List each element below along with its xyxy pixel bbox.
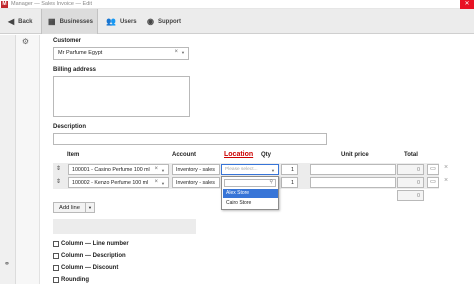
description-label: Description <box>53 124 87 130</box>
clear-icon[interactable]: × <box>154 179 158 185</box>
grand-total: 0 <box>397 190 424 201</box>
title-bar: M Manager — Sales Invoice — Edit ✕ <box>0 0 474 9</box>
account-select[interactable]: Inventory - sales <box>172 164 220 175</box>
header-qty: Qty <box>261 152 272 158</box>
item-select[interactable]: 100002 - Kenzo Perfume 100 ml × ▼ <box>68 177 169 188</box>
item-select[interactable]: 100001 - Casino Perfume 100 ml × ▼ <box>68 164 169 175</box>
side-panel <box>16 35 40 284</box>
support-icon: ◉ <box>147 17 154 26</box>
checkbox-discount-label: Column — Discount <box>61 265 119 271</box>
add-line-dropdown-button[interactable]: ▼ <box>85 202 95 213</box>
header-total: Total <box>404 152 418 158</box>
window-close-button[interactable]: ✕ <box>460 0 474 9</box>
line-total-value: 0 <box>416 167 420 173</box>
tab-back-label: Back <box>18 18 33 25</box>
item-value: 100002 - Kenzo Perfume 100 ml <box>72 180 149 186</box>
grand-total-value: 0 <box>416 193 420 199</box>
businesses-icon: ▦ <box>48 17 56 26</box>
checkbox-discount[interactable] <box>53 265 59 271</box>
qty-input[interactable]: 1 <box>281 177 298 188</box>
notes-area <box>53 219 196 234</box>
tab-support-label: Support <box>157 18 181 25</box>
window-title: Manager — Sales Invoice — Edit <box>11 1 93 7</box>
checkbox-description[interactable] <box>53 253 59 259</box>
tab-back[interactable]: ◀ Back <box>3 9 39 34</box>
location-select[interactable]: Please select... ▼ <box>221 164 279 175</box>
header-location: Location <box>224 151 254 158</box>
unit-price-input[interactable] <box>310 177 396 188</box>
link-icon[interactable]: ⚭ <box>4 260 10 268</box>
tab-businesses[interactable]: ▦ Businesses <box>41 9 98 34</box>
location-option-cairo[interactable]: Cairo Store <box>223 199 278 208</box>
item-value: 100001 - Casino Perfume 100 ml <box>72 167 150 173</box>
unit-price-input[interactable] <box>310 164 396 175</box>
chevron-down-icon[interactable]: ▼ <box>181 50 185 55</box>
line-total-value: 0 <box>416 180 420 186</box>
qty-value: 1 <box>290 180 294 186</box>
qty-value: 1 <box>290 167 294 173</box>
tab-support[interactable]: ◉ Support <box>144 9 190 34</box>
tab-businesses-label: Businesses <box>59 18 93 25</box>
chevron-down-icon[interactable]: ▼ <box>161 181 165 186</box>
line-options-button[interactable]: ▭ <box>427 164 439 175</box>
checkbox-line-number[interactable] <box>53 241 59 247</box>
customer-label: Customer <box>53 38 82 44</box>
checkbox-line-number-label: Column — Line number <box>61 241 129 247</box>
drag-handle-icon[interactable]: ⇕ <box>56 178 61 185</box>
checkbox-description-label: Column — Description <box>61 253 126 259</box>
chevron-down-icon[interactable]: ▼ <box>271 168 275 173</box>
chevron-down-icon: ▼ <box>88 205 92 210</box>
description-input[interactable] <box>53 133 327 145</box>
app-logo-icon: M <box>1 1 8 8</box>
location-placeholder: Please select... <box>225 167 258 172</box>
line-options-button[interactable]: ▭ <box>427 177 439 188</box>
tab-users[interactable]: 👥 Users <box>103 9 141 34</box>
account-value: Inventory - sales <box>176 180 215 186</box>
checkbox-rounding[interactable] <box>53 277 59 283</box>
left-rail <box>0 35 16 284</box>
line-total: 0 <box>397 164 424 175</box>
search-icon: ⚲ <box>269 179 273 185</box>
add-line-button[interactable]: Add line <box>53 202 86 213</box>
drag-handle-icon[interactable]: ⇕ <box>56 165 61 172</box>
billing-address-label: Billing address <box>53 67 97 73</box>
billing-address-textarea[interactable] <box>53 76 190 117</box>
location-search-input[interactable]: ⚲ <box>224 179 276 187</box>
tab-users-label: Users <box>119 18 137 25</box>
delete-line-icon[interactable]: × <box>444 164 448 171</box>
customer-value: Mr Parfume Egypt <box>58 50 103 56</box>
line-total: 0 <box>397 177 424 188</box>
header-unit-price: Unit price <box>341 152 369 158</box>
users-icon: 👥 <box>106 17 116 26</box>
location-dropdown: ⚲ Alex Store Cairo Store <box>221 176 279 210</box>
header-account: Account <box>172 152 196 158</box>
account-value: Inventory - sales <box>176 167 215 173</box>
customer-select[interactable]: Mr Parfume Egypt × ▼ <box>53 47 189 60</box>
checkbox-rounding-label: Rounding <box>61 277 89 283</box>
back-arrow-icon: ◀ <box>8 17 15 26</box>
clear-icon[interactable]: × <box>154 166 158 172</box>
chevron-down-icon[interactable]: ▼ <box>161 168 165 173</box>
location-option-alex[interactable]: Alex Store <box>223 189 278 198</box>
qty-input[interactable]: 1 <box>281 164 298 175</box>
account-select[interactable]: Inventory - sales <box>172 177 220 188</box>
top-toolbar: ◀ Back ▦ Businesses 👥 Users ◉ Support <box>0 9 474 34</box>
gear-icon[interactable]: ⚙ <box>20 37 31 47</box>
clear-icon[interactable]: × <box>174 49 178 55</box>
delete-line-icon[interactable]: × <box>444 177 448 184</box>
header-item: Item <box>67 152 80 158</box>
